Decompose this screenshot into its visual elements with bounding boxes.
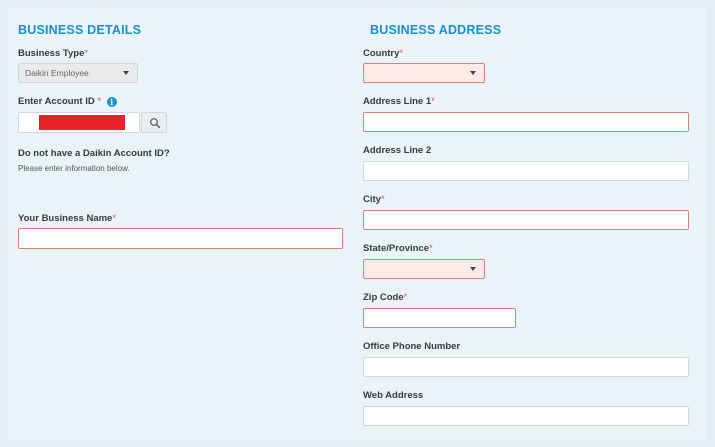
country-select[interactable] bbox=[363, 63, 485, 83]
zip-input[interactable] bbox=[363, 308, 516, 328]
required-mark: * bbox=[380, 194, 385, 205]
city-label-text: City bbox=[363, 194, 381, 205]
business-address-title: BUSINESS ADDRESS bbox=[370, 23, 502, 37]
registration-form: BUSINESS DETAILS Business Type* Daikin E… bbox=[8, 8, 705, 440]
required-mark: * bbox=[429, 243, 433, 254]
redacted-value bbox=[39, 115, 125, 130]
business-type-label-text: Business Type bbox=[18, 48, 85, 59]
business-name-label: Your Business Name* bbox=[18, 213, 116, 224]
address2-input[interactable] bbox=[363, 161, 689, 181]
required-mark: * bbox=[431, 96, 435, 107]
address2-label: Address Line 2 bbox=[363, 145, 432, 156]
zip-label: Zip Code* bbox=[363, 292, 407, 303]
phone-label: Office Phone Number bbox=[363, 341, 461, 352]
business-type-label: Business Type* bbox=[18, 48, 88, 59]
address1-input[interactable] bbox=[363, 112, 689, 132]
city-input[interactable] bbox=[363, 210, 689, 230]
info-icon[interactable]: i bbox=[106, 97, 117, 107]
business-details-title: BUSINESS DETAILS bbox=[18, 23, 142, 37]
business-name-input[interactable] bbox=[18, 228, 343, 249]
search-account-button[interactable] bbox=[141, 112, 167, 133]
country-label-text: Country bbox=[363, 48, 400, 59]
required-mark: * bbox=[84, 48, 89, 59]
account-id-label-text: Enter Account ID bbox=[18, 96, 95, 107]
search-icon bbox=[150, 118, 161, 129]
state-label-text: State/Province bbox=[363, 243, 429, 254]
state-label: State/Province* bbox=[363, 243, 433, 254]
required-mark: * bbox=[403, 292, 408, 303]
no-account-hint: Please enter information below. bbox=[18, 164, 130, 173]
country-label: Country* bbox=[363, 48, 403, 59]
business-type-value: Daikin Employee bbox=[25, 68, 89, 78]
phone-input[interactable] bbox=[363, 357, 689, 377]
business-name-label-text: Your Business Name bbox=[18, 213, 113, 224]
no-account-title: Do not have a Daikin Account ID? bbox=[18, 148, 170, 159]
state-select[interactable] bbox=[363, 259, 485, 279]
city-label: City* bbox=[363, 194, 385, 205]
address1-label: Address Line 1* bbox=[363, 96, 435, 107]
chevron-down-icon bbox=[123, 71, 129, 75]
web-input[interactable] bbox=[363, 406, 689, 426]
required-mark: * bbox=[399, 48, 404, 59]
chevron-down-icon bbox=[470, 267, 476, 271]
account-id-input[interactable] bbox=[18, 112, 140, 133]
required-mark: * bbox=[97, 96, 102, 107]
chevron-down-icon bbox=[470, 71, 476, 75]
address1-label-text: Address Line 1 bbox=[363, 96, 432, 107]
zip-label-text: Zip Code bbox=[363, 292, 404, 303]
business-type-select[interactable]: Daikin Employee bbox=[18, 63, 138, 83]
web-label: Web Address bbox=[363, 390, 424, 401]
account-id-label: Enter Account ID * i bbox=[18, 96, 117, 107]
required-mark: * bbox=[112, 213, 117, 224]
